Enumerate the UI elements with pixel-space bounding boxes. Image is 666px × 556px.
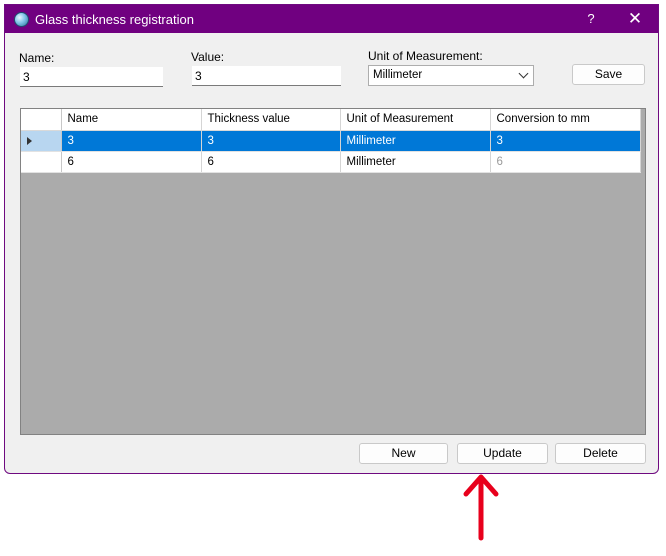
column-header-unit[interactable]: Unit of Measurement xyxy=(340,109,491,131)
row-header[interactable] xyxy=(21,130,62,152)
cell-conversion[interactable]: 3 xyxy=(490,130,641,152)
cell-name[interactable]: 6 xyxy=(61,151,202,173)
globe-icon xyxy=(14,12,29,27)
window-title: Glass thickness registration xyxy=(35,12,194,27)
save-button[interactable]: Save xyxy=(572,64,645,85)
name-input[interactable] xyxy=(20,67,163,87)
value-input[interactable] xyxy=(192,66,341,86)
column-header-conversion[interactable]: Conversion to mm xyxy=(490,109,641,131)
row-header-corner xyxy=(21,109,62,131)
annotation-arrow-up-icon xyxy=(462,472,502,542)
cell-unit[interactable]: Millimeter xyxy=(340,151,491,173)
row-header[interactable] xyxy=(21,151,62,173)
dialog-window: Glass thickness registration ? ✕ Name: V… xyxy=(4,4,659,474)
unit-selected-value: Millimeter xyxy=(373,69,423,81)
table-row[interactable]: 3 3 Millimeter 3 xyxy=(21,130,641,152)
close-button[interactable]: ✕ xyxy=(625,9,645,29)
name-label: Name: xyxy=(19,51,55,65)
unit-label: Unit of Measurement: xyxy=(368,49,483,63)
grid-table: Name Thickness value Unit of Measurement… xyxy=(21,109,641,173)
chevron-down-icon xyxy=(518,68,529,79)
cell-unit[interactable]: Millimeter xyxy=(340,130,491,152)
value-label: Value: xyxy=(191,50,225,64)
update-button[interactable]: Update xyxy=(457,443,548,464)
cell-thickness[interactable]: 6 xyxy=(201,151,341,173)
data-grid[interactable]: Name Thickness value Unit of Measurement… xyxy=(20,108,646,435)
help-button[interactable]: ? xyxy=(583,11,599,26)
current-row-arrow-icon xyxy=(27,136,32,145)
cell-conversion[interactable]: 6 xyxy=(490,151,641,173)
cell-thickness[interactable]: 3 xyxy=(201,130,341,152)
title-bar[interactable]: Glass thickness registration ? ✕ xyxy=(5,5,658,33)
delete-button[interactable]: Delete xyxy=(555,443,646,464)
new-button[interactable]: New xyxy=(359,443,448,464)
column-header-name[interactable]: Name xyxy=(61,109,202,131)
unit-dropdown[interactable]: Millimeter xyxy=(368,65,534,86)
column-header-thickness[interactable]: Thickness value xyxy=(201,109,341,131)
table-row[interactable]: 6 6 Millimeter 6 xyxy=(21,151,641,173)
cell-name[interactable]: 3 xyxy=(61,130,202,152)
grid-header-row: Name Thickness value Unit of Measurement… xyxy=(21,109,641,131)
